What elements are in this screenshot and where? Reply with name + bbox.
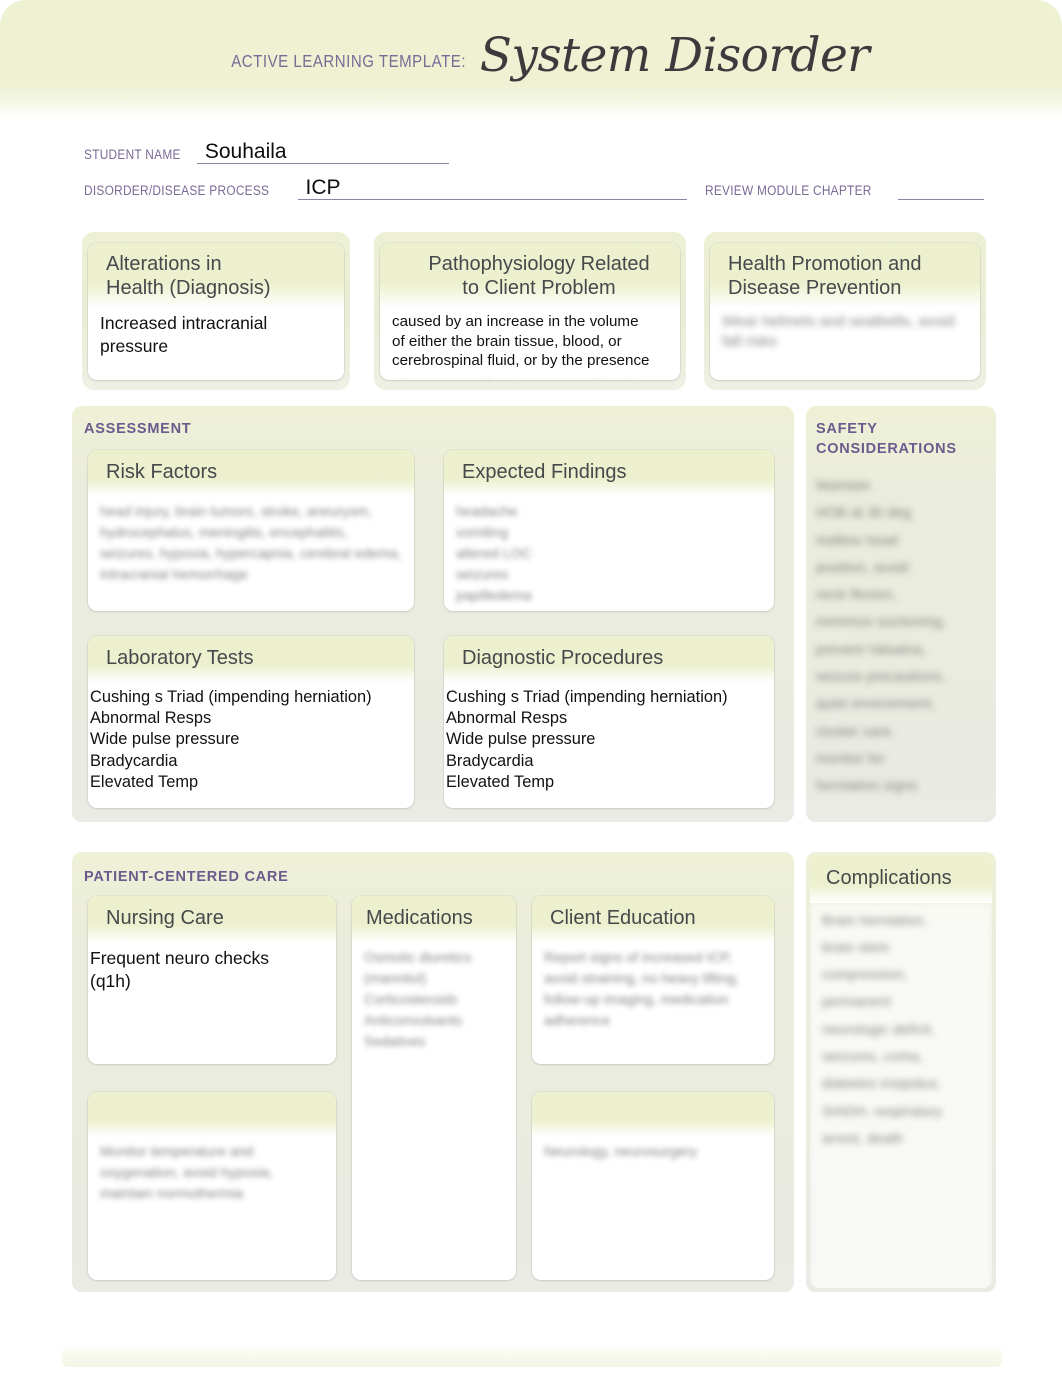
untitled-care-card-right-title <box>532 1092 774 1137</box>
untitled-care-card-left: Monitor temperature and oxygenation, avo… <box>88 1092 336 1280</box>
client-education-card: Client Education Report signs of increas… <box>532 896 774 1064</box>
risk-factors-card: Risk Factors head injury, brain tumors, … <box>88 450 414 611</box>
page-footer-band <box>62 1345 1002 1367</box>
alterations-in-health-value[interactable]: Increased intracranial pressure <box>88 308 344 365</box>
alterations-in-health-card: Alterations in Health (Diagnosis) Increa… <box>88 243 344 380</box>
complications-card: Complications Brain herniation, brain st… <box>810 856 992 1288</box>
banner-prefix-label: ACTIVE LEARNING TEMPLATE: <box>230 50 466 71</box>
risk-factors-title: Risk Factors <box>88 450 414 497</box>
page-title: System Disorder <box>479 27 870 83</box>
safety-considerations-body: Maintain HOB at 30 deg midline head posi… <box>816 472 992 812</box>
pathophysiology-title: Pathophysiology Related to Client Proble… <box>380 243 680 309</box>
assessment-section-title: ASSESSMENT <box>84 421 192 437</box>
safety-redacted-text: Maintain HOB at 30 deg midline head posi… <box>816 477 947 794</box>
disorder-label: DISORDER/DISEASE PROCESS <box>84 183 270 198</box>
pathophysiology-value[interactable]: caused by an increase in the volume of e… <box>380 308 680 376</box>
risk-factors-redacted-text: head injury, brain tumors, stroke, aneur… <box>100 502 402 582</box>
patient-centered-care-section-title: PATIENT-CENTERED CARE <box>84 869 289 885</box>
nursing-care-card: Nursing Care Frequent neuro checks (q1h) <box>88 896 336 1064</box>
pathophysiology-redacted-text: of a mass such as a tumor or bleed <box>380 377 680 380</box>
medications-title: Medications <box>352 896 516 943</box>
health-promotion-title: Health Promotion and Disease Prevention <box>710 243 980 309</box>
disorder-input[interactable]: ICP <box>297 177 688 200</box>
untitled-care-card-right-redacted-text: Neurology, neurosurgery <box>544 1143 698 1159</box>
complications-redacted-text: Brain herniation, brain stem compression… <box>810 902 992 1288</box>
health-promotion-card: Health Promotion and Disease Prevention … <box>710 243 980 380</box>
student-name-label: STUDENT NAME <box>84 147 181 162</box>
laboratory-tests-title: Laboratory Tests <box>88 636 414 683</box>
diagnostic-procedures-title: Diagnostic Procedures <box>444 636 774 683</box>
page-banner: ACTIVE LEARNING TEMPLATE: System Disorde… <box>0 0 1062 118</box>
expected-findings-title: Expected Findings <box>444 450 774 497</box>
safety-section-title: SAFETY CONSIDERATIONS <box>816 421 957 457</box>
client-education-title: Client Education <box>532 896 774 943</box>
expected-findings-redacted-text: headache vomiting altered LOC seizures p… <box>456 502 532 603</box>
diagnostic-procedures-value[interactable]: Cushing s Triad (impending herniation) A… <box>444 683 774 800</box>
untitled-care-card-left-redacted-text: Monitor temperature and oxygenation, avo… <box>100 1143 273 1201</box>
nursing-care-value[interactable]: Frequent neuro checks (q1h) <box>88 943 336 1000</box>
untitled-care-card-right: Neurology, neurosurgery <box>532 1092 774 1280</box>
client-education-redacted-text: Report signs of increased ICP, avoid str… <box>544 948 740 1028</box>
disorder-row: DISORDER/DISEASE PROCESS ICP REVIEW MODU… <box>84 172 984 200</box>
student-name-input[interactable]: Souhaila <box>196 141 449 164</box>
header-fields: STUDENT NAME Souhaila DISORDER/DISEASE P… <box>84 136 984 200</box>
alterations-in-health-title: Alterations in Health (Diagnosis) <box>88 243 344 309</box>
pathophysiology-card: Pathophysiology Related to Client Proble… <box>380 243 680 380</box>
diagnostic-procedures-card: Diagnostic Procedures Cushing s Triad (i… <box>444 636 774 808</box>
nursing-care-title: Nursing Care <box>88 896 336 943</box>
laboratory-tests-card: Laboratory Tests Cushing s Triad (impend… <box>88 636 414 808</box>
review-module-input[interactable] <box>897 182 984 200</box>
laboratory-tests-value[interactable]: Cushing s Triad (impending herniation) A… <box>88 683 414 800</box>
review-module-label: REVIEW MODULE CHAPTER <box>705 183 872 198</box>
medications-redacted-text: Osmotic diuretics (mannitol) Corticoster… <box>364 948 472 1049</box>
medications-card: Medications Osmotic diuretics (mannitol)… <box>352 896 516 1280</box>
student-name-row: STUDENT NAME Souhaila <box>84 136 984 164</box>
complications-title: Complications <box>810 856 992 903</box>
expected-findings-card: Expected Findings headache vomiting alte… <box>444 450 774 611</box>
health-promotion-redacted-text: Wear helmets and seatbelts, avoid fall r… <box>722 313 955 350</box>
student-name-value: Souhaila <box>204 140 287 163</box>
untitled-care-card-left-title <box>88 1092 336 1137</box>
disorder-value: ICP <box>305 176 341 199</box>
